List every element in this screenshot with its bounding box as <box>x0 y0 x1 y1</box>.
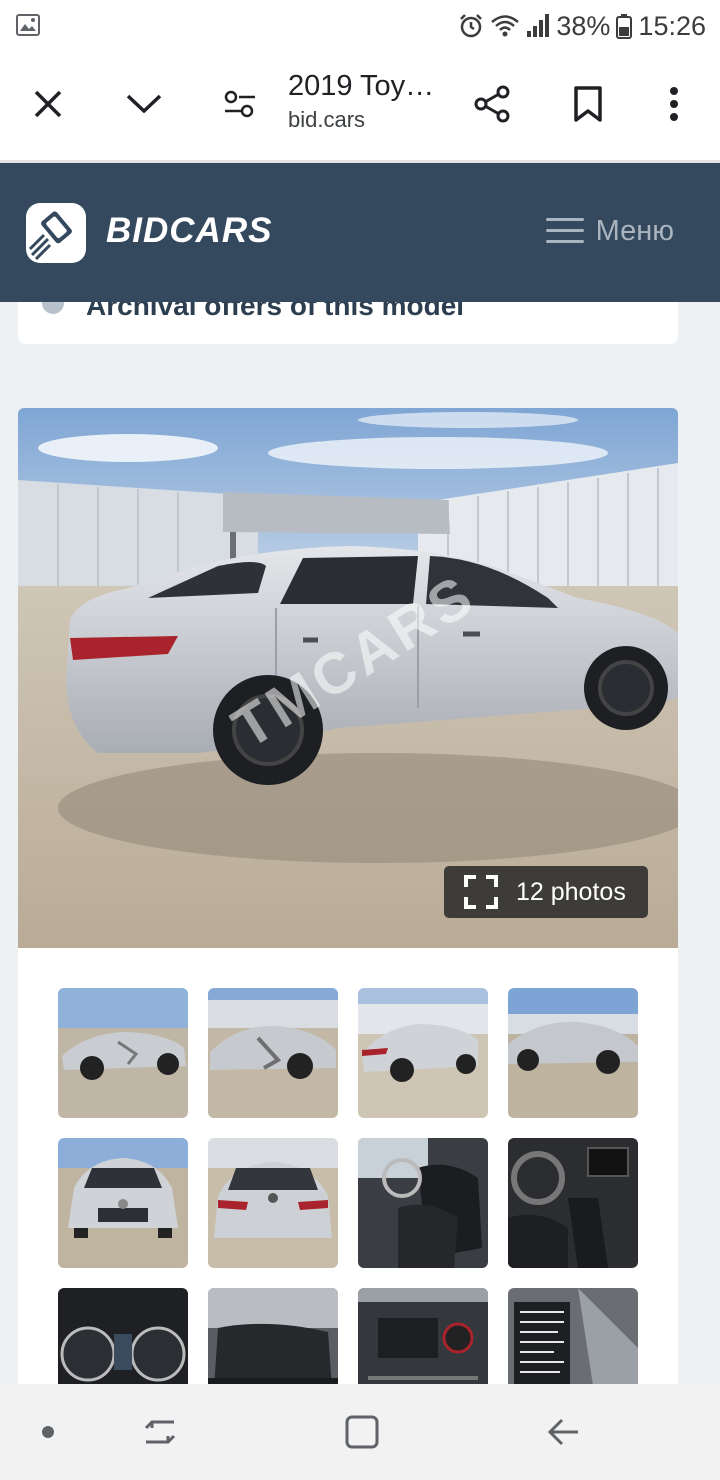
minimize-button[interactable] <box>112 72 176 136</box>
page-domain: bid.cars <box>288 107 366 132</box>
hamburger-icon <box>545 216 584 246</box>
status-indicators: 38% 15:26 <box>458 8 706 44</box>
thumbnail-vin-label[interactable] <box>508 1288 638 1384</box>
tune-icon <box>224 90 255 118</box>
site-header: BIDCARS Меню <box>0 163 720 302</box>
bookmark-icon <box>574 86 602 122</box>
thumbnail-front[interactable] <box>58 1138 188 1268</box>
menu-label: Меню <box>595 214 674 247</box>
battery-percent: 38% <box>556 10 611 41</box>
fullscreen-icon <box>464 875 498 909</box>
signal-icon <box>527 14 550 37</box>
share-button[interactable] <box>460 72 524 136</box>
chevron-down-icon <box>126 94 162 114</box>
clock: 15:26 <box>638 10 706 41</box>
menu-button[interactable]: Меню <box>545 211 674 251</box>
dot-icon <box>42 1426 54 1438</box>
thumbnail-side-damage-left[interactable] <box>58 988 188 1118</box>
image-notification-icon <box>16 14 40 36</box>
more-vert-icon <box>670 87 678 121</box>
thumbnail-instrument-cluster[interactable] <box>58 1288 188 1384</box>
browser-toolbar: 2019 Toy… bid.cars <box>0 52 720 160</box>
close-icon <box>34 90 62 118</box>
brand-name[interactable]: BIDCARS <box>106 211 272 251</box>
thumbnail-rear-quarter[interactable] <box>358 988 488 1118</box>
photo-count: 12 photos <box>516 877 626 906</box>
bookmark-button[interactable] <box>556 72 620 136</box>
thumbnail-side-right[interactable] <box>508 988 638 1118</box>
thumbnail-rear[interactable] <box>208 1138 338 1268</box>
site-settings-button[interactable] <box>208 72 272 136</box>
thumbnail-dashboard[interactable] <box>508 1138 638 1268</box>
recent-apps-button[interactable] <box>136 1408 184 1456</box>
thumbnail-driver-seat[interactable] <box>358 1138 488 1268</box>
back-button[interactable] <box>540 1408 588 1456</box>
bidcars-logo[interactable] <box>26 203 86 263</box>
archive-link-text[interactable]: Archival offers of this model <box>86 302 464 322</box>
photo-gallery: TMCARS 12 photos <box>18 408 678 1384</box>
url-block[interactable]: 2019 Toy… bid.cars <box>288 70 458 133</box>
alarm-icon <box>460 14 483 38</box>
gavel-icon <box>28 211 72 261</box>
wifi-icon <box>491 15 520 37</box>
status-bar: 38% 15:26 <box>0 0 720 52</box>
share-icon <box>474 85 510 123</box>
thumbnail-rear-seats[interactable] <box>208 1288 338 1384</box>
system-navigation-bar <box>0 1384 720 1480</box>
nav-dot-button[interactable] <box>24 1408 72 1456</box>
page-title: 2019 Toy… <box>288 70 435 102</box>
more-options-button[interactable] <box>642 72 706 136</box>
view-all-photos-button[interactable]: 12 photos <box>444 866 648 918</box>
thumbnail-engine-bay[interactable] <box>358 1288 488 1384</box>
home-button[interactable] <box>338 1408 386 1456</box>
page-content: Archival offers of this model TMCARS 12 … <box>0 302 720 1384</box>
home-icon <box>345 1415 379 1449</box>
close-tab-button[interactable] <box>16 72 80 136</box>
battery-icon <box>616 14 633 39</box>
back-arrow-icon <box>547 1418 578 1446</box>
recents-icon <box>144 1420 176 1444</box>
thumbnail-side-damage-close[interactable] <box>208 988 338 1118</box>
